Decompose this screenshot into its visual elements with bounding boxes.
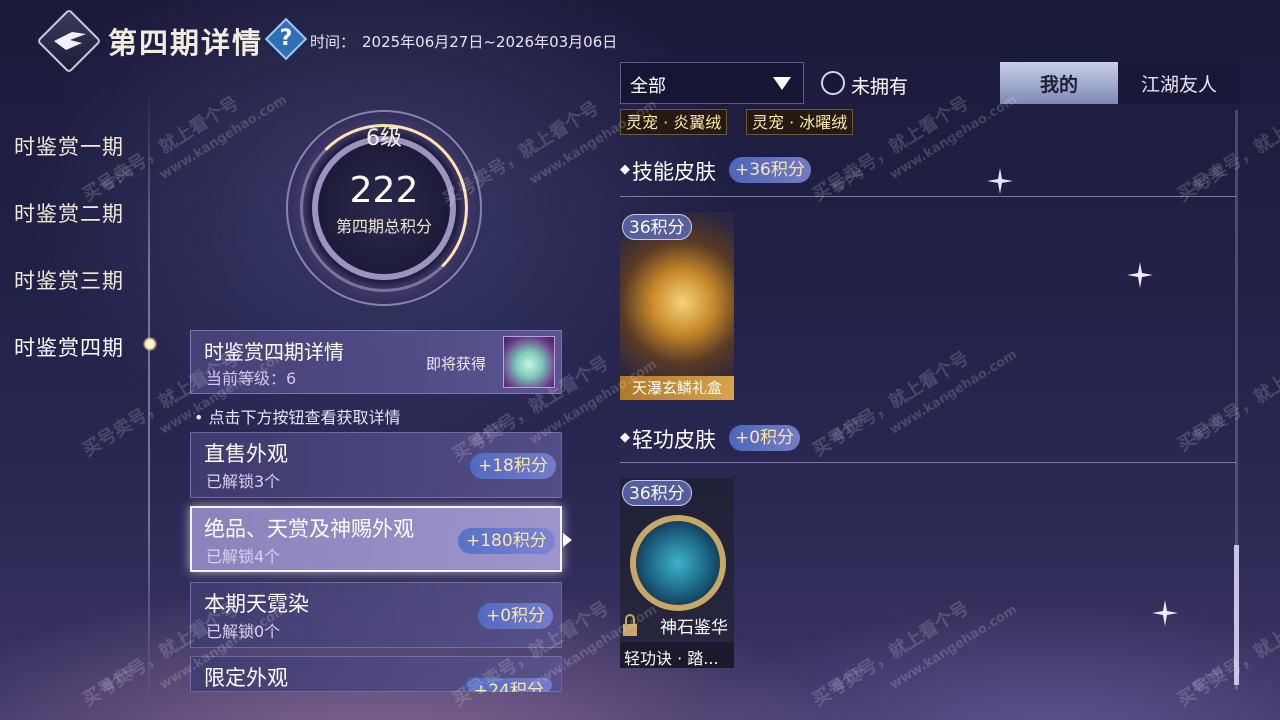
watermark-url: www.kangehao.com (887, 347, 1020, 438)
category-points-badge: +18积分 (470, 453, 556, 479)
sparkle-icon (1152, 600, 1178, 626)
period-tab-1[interactable]: 时鉴赏一期 (14, 131, 124, 161)
watermark: 买号卖号，就上看个号 (1173, 597, 1280, 711)
item-chip: 灵宠 · 炎翼绒 (620, 109, 728, 135)
scrollbar-thumb[interactable] (1234, 545, 1239, 685)
category-unlocked: 已解锁4个 (206, 547, 281, 566)
watermark-brand: 看个号 (1189, 163, 1228, 195)
section-bullet: ◆ (620, 162, 630, 177)
section-points-badge: +0积分 (729, 425, 801, 451)
coming-soon-label: 即将获得 (426, 355, 487, 373)
not-owned-radio[interactable] (821, 71, 845, 95)
sparkle-icon (1127, 262, 1153, 288)
period-tab-2[interactable]: 时鉴赏二期 (14, 198, 124, 228)
hint-text: • 点击下方按钮查看获取详情 (194, 408, 401, 427)
selected-arrow-icon (563, 533, 572, 547)
watermark-url: www.kangehao.com (157, 92, 290, 183)
category-points-badge: +180积分 (458, 528, 555, 554)
section-divider (620, 196, 1236, 197)
section-points-badge: +36积分 (729, 157, 811, 183)
watermark-brand: 看个号 (1189, 413, 1228, 445)
item-chip: 灵宠 · 冰曜绒 (746, 109, 854, 135)
watermark: 买号卖号，就上看个号 (1173, 92, 1280, 206)
watermark-brand: 看个号 (99, 663, 138, 695)
item-name: 天瀑玄鳞礼盒 (631, 379, 722, 397)
item-medal-art (630, 515, 726, 611)
section-divider (620, 462, 1236, 463)
watermark-brand: 看个号 (1189, 663, 1228, 695)
watermark-brand: 看个号 (829, 165, 868, 197)
watermark-brand: 看个号 (99, 163, 138, 195)
category-title: 限定外观 (204, 666, 288, 690)
watermark-url: www.kangehao.com (887, 602, 1020, 693)
watermark-brand: 看个号 (829, 663, 868, 695)
section-title-qinggong-skin: 轻功皮肤 (632, 428, 716, 452)
tab-friends-label: 江湖友人 (1140, 74, 1217, 96)
section-title-skill-skin: 技能皮肤 (632, 160, 716, 184)
total-score: 222 (349, 170, 419, 211)
watermark-brand: 看个号 (829, 413, 868, 445)
category-points-badge: +24积分 (466, 678, 552, 692)
page-title: 第四期详情 (108, 26, 264, 60)
category-title: 绝品、天赏及神赐外观 (204, 517, 414, 541)
current-level: 当前等级：6 (206, 369, 297, 388)
active-period-indicator (143, 337, 157, 351)
period-tab-4[interactable]: 时鉴赏四期 (14, 332, 124, 362)
detail-title: 时鉴赏四期详情 (204, 340, 344, 364)
category-title: 直售外观 (204, 442, 288, 466)
level-text: 6级 (366, 126, 402, 151)
category-unlocked: 已解锁0个 (206, 622, 281, 641)
tab-mine-label: 我的 (1039, 74, 1078, 96)
total-score-label: 第四期总积分 (335, 217, 432, 236)
not-owned-label: 未拥有 (851, 76, 909, 98)
next-reward-thumbnail[interactable] (503, 336, 555, 388)
watermark: 买号卖号，就上看个号 (808, 347, 973, 461)
item-label: 轻功诀 · 踏... (624, 649, 719, 668)
item-points-badge: 36积分 (622, 480, 692, 506)
sparkle-icon (987, 168, 1013, 194)
item-name: 神石鉴华 (660, 618, 728, 638)
category-unlocked: 已解锁3个 (206, 472, 281, 491)
watermark: 买号卖号，就上看个号 (1173, 342, 1280, 456)
period-tab-3[interactable]: 时鉴赏三期 (14, 265, 124, 295)
category-points-badge: +0积分 (478, 603, 554, 629)
item-points-badge: 36积分 (622, 214, 692, 240)
period-divider-line (148, 85, 150, 705)
category-title: 本期天霓染 (204, 592, 309, 616)
section-bullet: ◆ (620, 430, 630, 445)
watermark: 买号卖号，就上看个号 (808, 597, 973, 711)
time-label: 时间： (310, 33, 356, 51)
time-range: 2025年06月27日~2026年03月06日 (362, 33, 618, 51)
filter-dropdown-value: 全部 (630, 76, 666, 97)
question-icon: ? (279, 26, 293, 51)
watermark: 买号卖号，就上看个号 (808, 92, 973, 206)
dropdown-arrow-icon (773, 77, 791, 90)
back-arrow-icon (54, 32, 86, 50)
